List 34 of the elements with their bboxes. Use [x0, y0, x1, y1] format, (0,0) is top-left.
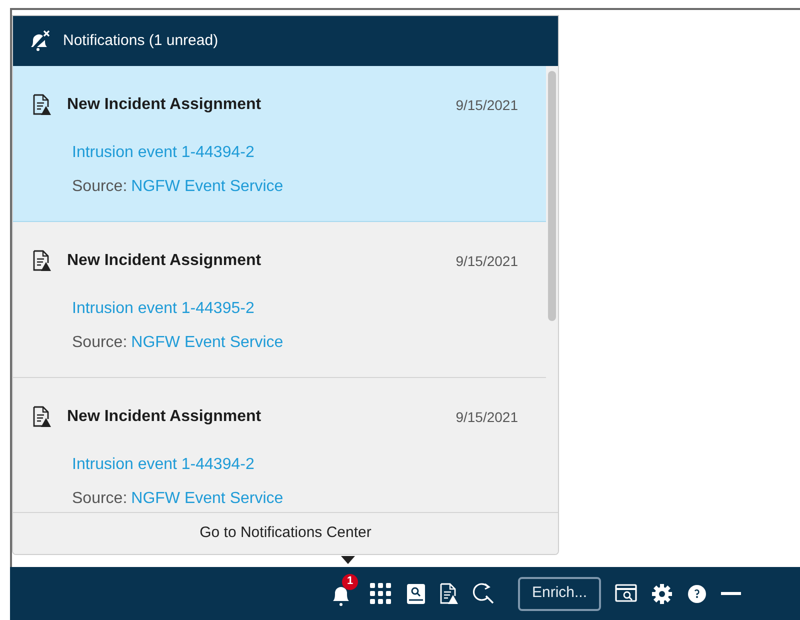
settings-icon[interactable]	[651, 582, 674, 604]
book-search-icon[interactable]	[406, 582, 426, 604]
source-link[interactable]: NGFW Event Service	[131, 331, 284, 355]
notifications-center-link[interactable]: Go to Notifications Center	[200, 522, 372, 545]
enrich-button[interactable]: Enrich...	[518, 576, 602, 610]
notification-date: 9/15/2021	[456, 408, 519, 426]
pointer-triangle-icon	[341, 556, 355, 564]
notification-item[interactable]: New Incident Assignment 9/15/2021 Intrusion event 1-44394-2 Source: NGFW Event Service	[13, 66, 546, 222]
event-link[interactable]: Intrusion event 1-44394-2	[72, 453, 526, 477]
scrollbar-thumb[interactable]	[548, 71, 556, 321]
grid-icon[interactable]	[370, 582, 392, 604]
source-link[interactable]: NGFW Event Service	[131, 175, 284, 199]
source-label: Source:	[72, 177, 128, 197]
notification-badge: 1	[342, 574, 358, 590]
notification-date: 9/15/2021	[456, 252, 519, 270]
bell-muted-icon	[29, 30, 51, 52]
notification-date: 9/15/2021	[456, 96, 519, 114]
event-link[interactable]: Intrusion event 1-44394-2	[72, 141, 526, 165]
notification-title: New Incident Assignment	[67, 251, 262, 271]
notification-title: New Incident Assignment	[67, 95, 262, 115]
document-warning-icon	[33, 406, 51, 428]
panel-title: Notifications (1 unread)	[63, 30, 218, 51]
document-warning-icon	[440, 582, 458, 604]
window-search-icon[interactable]	[615, 584, 638, 604]
search-refresh-icon[interactable]	[472, 582, 496, 606]
help-icon[interactable]	[687, 584, 708, 604]
source-link[interactable]: NGFW Event Service	[131, 487, 284, 511]
event-link[interactable]: Intrusion event 1-44395-2	[72, 297, 526, 321]
notification-title: New Incident Assignment	[67, 407, 262, 427]
minimize-icon[interactable]	[721, 592, 742, 596]
document-warning-icon	[33, 250, 51, 272]
source-label: Source:	[72, 489, 128, 509]
source-label: Source:	[72, 333, 128, 353]
document-warning-icon	[33, 94, 51, 116]
